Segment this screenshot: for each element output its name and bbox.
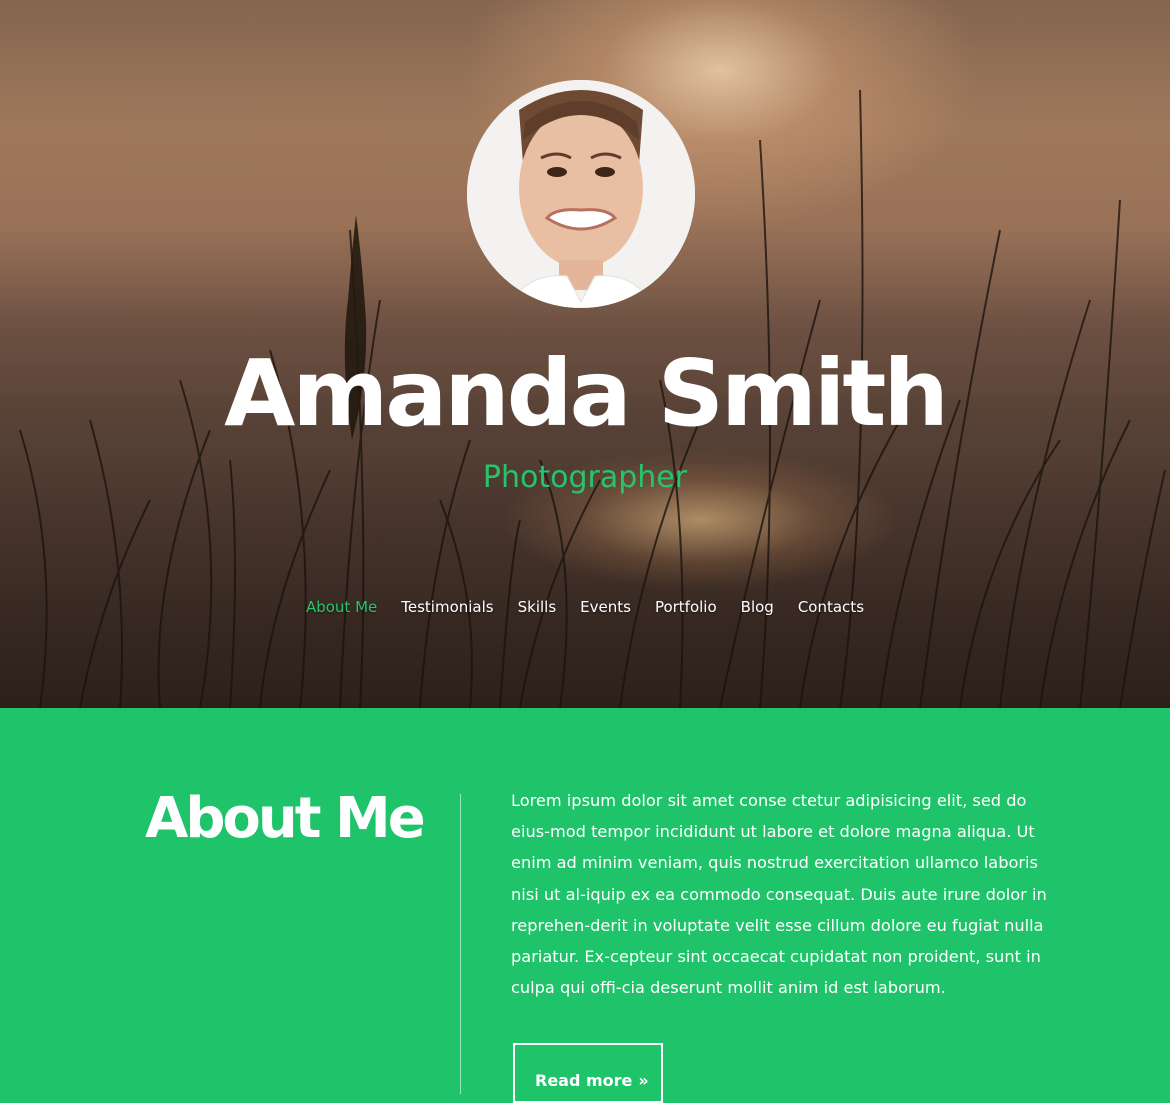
double-chevron-right-icon: » (638, 1070, 649, 1090)
nav-item-portfolio[interactable]: Portfolio (643, 598, 729, 616)
profile-name: Amanda Smith (224, 340, 949, 447)
read-more-button[interactable]: Read more» (513, 1043, 663, 1103)
nav-item-contacts[interactable]: Contacts (786, 598, 876, 616)
avatar (467, 80, 695, 308)
vertical-divider (460, 794, 461, 1094)
nav-item-testimonials[interactable]: Testimonials (389, 598, 505, 616)
read-more-label: Read more (535, 1070, 633, 1090)
about-heading: About Me (145, 786, 426, 851)
about-section: About Me Lorem ipsum dolor sit amet cons… (0, 708, 1170, 1103)
nav-item-skills[interactable]: Skills (506, 598, 569, 616)
main-nav: About Me Testimonials Skills Events Port… (0, 598, 1170, 616)
profile-role: Photographer (482, 460, 688, 495)
nav-item-about-me[interactable]: About Me (294, 598, 389, 616)
hero-section: Amanda Smith Photographer About Me Testi… (0, 0, 1170, 708)
about-body: Lorem ipsum dolor sit amet conse ctetur … (511, 791, 1047, 998)
nav-item-blog[interactable]: Blog (729, 598, 786, 616)
nav-item-events[interactable]: Events (568, 598, 643, 616)
portrait-image (467, 80, 695, 308)
